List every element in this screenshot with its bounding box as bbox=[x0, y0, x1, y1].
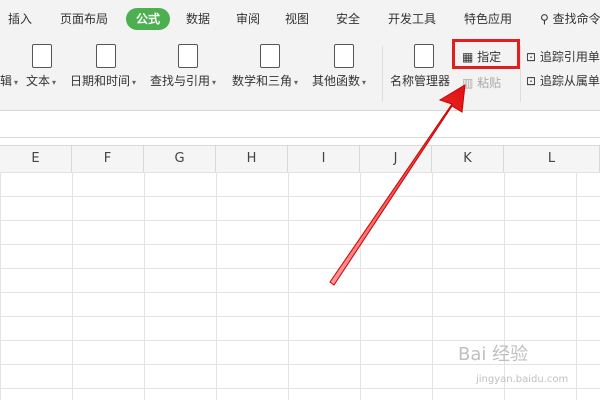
column-header-j[interactable]: J bbox=[360, 146, 432, 172]
search-command[interactable]: ⚲ 查找命令 bbox=[540, 8, 600, 30]
column-header-h[interactable]: H bbox=[216, 146, 288, 172]
column-header-f[interactable]: F bbox=[72, 146, 144, 172]
column-header-k[interactable]: K bbox=[432, 146, 504, 172]
column-header-g[interactable]: G bbox=[144, 146, 216, 172]
chevron-down-icon: ▾ bbox=[362, 78, 367, 87]
trace-precedents-icon: ⊡ bbox=[526, 50, 537, 64]
specify-highlight-box bbox=[452, 39, 520, 69]
tab-security[interactable]: 安全 bbox=[336, 8, 360, 30]
trace-dependents-button[interactable]: ⊡ 追踪从属单 bbox=[526, 72, 600, 89]
chevron-down-icon: ▾ bbox=[132, 78, 137, 87]
paste-icon: ▥ bbox=[462, 76, 474, 90]
baidu-watermark: Bai 经验 jingyan.baidu.com bbox=[458, 344, 569, 385]
tab-special[interactable]: 特色应用 bbox=[464, 8, 512, 30]
paste-button[interactable]: ▥ 粘贴 bbox=[462, 74, 501, 91]
tab-insert[interactable]: 插入 bbox=[8, 8, 32, 30]
chevron-down-icon: ▾ bbox=[212, 78, 217, 87]
tab-formulas[interactable]: 公式 bbox=[126, 8, 171, 30]
column-headers: E F G H I J K L bbox=[0, 145, 600, 173]
tab-page-layout[interactable]: 页面布局 bbox=[60, 8, 108, 30]
ribbon-tab-bar: 插入 页面布局 公式 数据 审阅 视图 安全 开发工具 特色应用 ⚲ 查找命令 bbox=[0, 0, 600, 38]
date-time-icon bbox=[96, 44, 116, 68]
more-functions-icon bbox=[334, 44, 354, 68]
column-header-i[interactable]: I bbox=[288, 146, 360, 172]
tab-review[interactable]: 审阅 bbox=[236, 8, 260, 30]
search-icon: ⚲ bbox=[540, 12, 549, 26]
name-manager-icon bbox=[414, 44, 434, 68]
ribbon-divider bbox=[520, 46, 521, 102]
trace-precedents-button[interactable]: ⊡ 追踪引用单 bbox=[526, 48, 600, 65]
formula-bar[interactable] bbox=[0, 111, 600, 138]
column-header-e[interactable]: E bbox=[0, 146, 72, 172]
chevron-down-icon: ▾ bbox=[14, 78, 19, 87]
lookup-icon bbox=[178, 44, 198, 68]
tab-view[interactable]: 视图 bbox=[285, 8, 309, 30]
ribbon-divider bbox=[382, 46, 383, 102]
text-function-icon bbox=[32, 44, 52, 68]
chevron-down-icon: ▾ bbox=[52, 78, 57, 87]
chevron-down-icon: ▾ bbox=[294, 78, 299, 87]
tab-developer[interactable]: 开发工具 bbox=[388, 8, 436, 30]
column-header-l[interactable]: L bbox=[504, 146, 600, 172]
tab-data[interactable]: 数据 bbox=[186, 8, 210, 30]
trace-dependents-icon: ⊡ bbox=[526, 74, 537, 88]
math-trig-icon bbox=[260, 44, 280, 68]
